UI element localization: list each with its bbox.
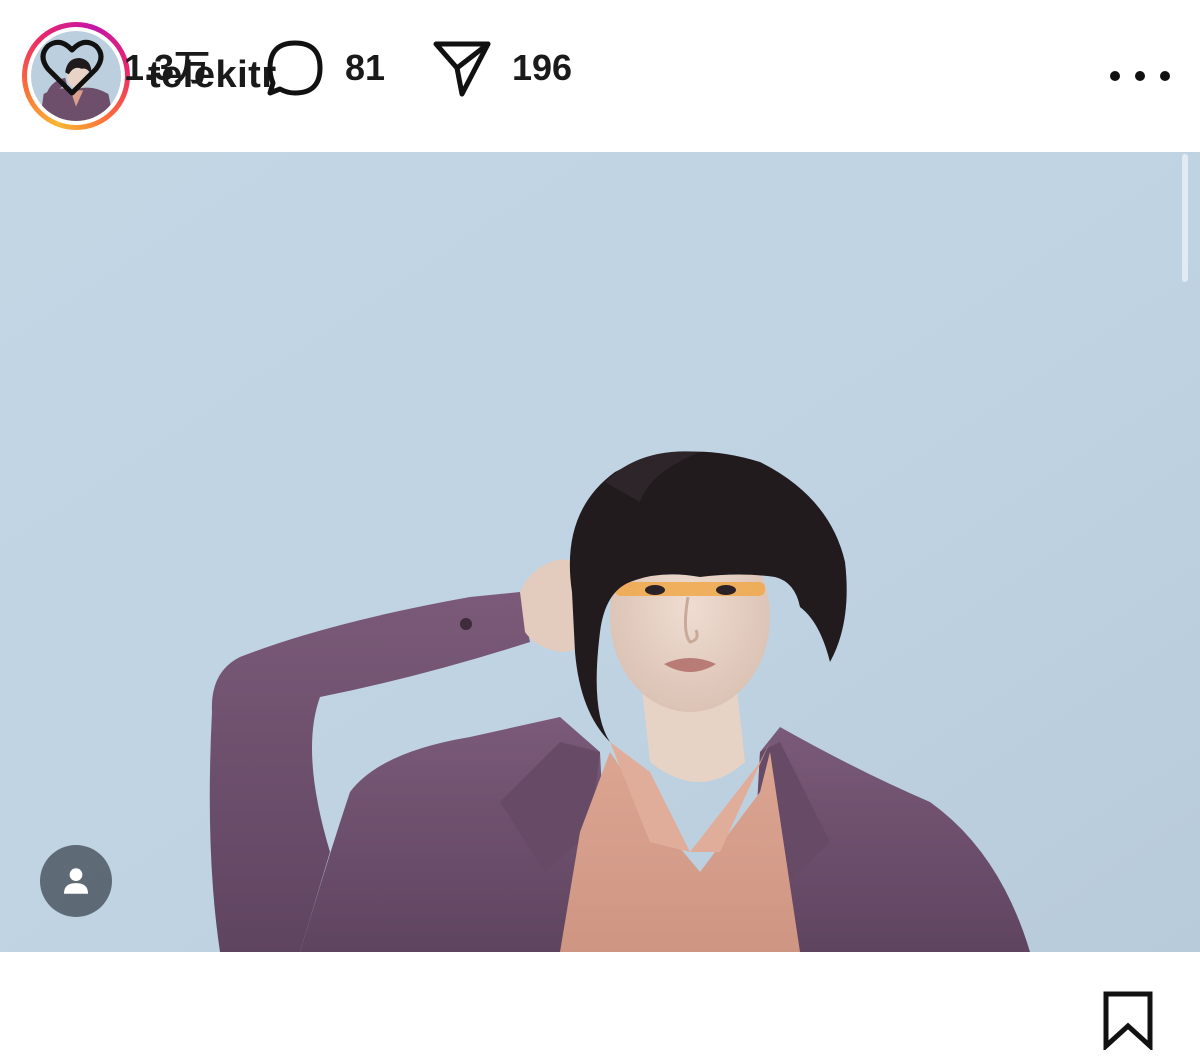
comment-bubble-icon: [267, 40, 323, 96]
bookmark-glyph: [1103, 991, 1153, 1052]
more-dot: [1110, 71, 1120, 81]
scroll-indicator: [1182, 154, 1188, 282]
more-dot: [1135, 71, 1145, 81]
more-options-icon[interactable]: [1110, 56, 1170, 96]
action-bar: [0, 952, 1200, 1062]
more-dot: [1160, 71, 1170, 81]
instagram-post: telekitr 1.3万 81 196: [0, 0, 1200, 1062]
bookmark-icon[interactable]: [1100, 990, 1156, 1055]
like-count: 1.3万: [124, 47, 211, 88]
portrait-image: [0, 152, 1200, 952]
share-button[interactable]: 196: [432, 38, 572, 98]
person-glyph: [63, 868, 89, 894]
like-button[interactable]: 1.3万: [40, 38, 210, 98]
post-photo[interactable]: [0, 152, 1200, 952]
paper-plane-icon: [433, 41, 491, 97]
share-count: 196: [512, 47, 573, 88]
person-tag-icon[interactable]: [40, 845, 112, 917]
comment-count: 81: [345, 47, 386, 88]
heart-icon: [40, 39, 104, 96]
comment-button[interactable]: 81: [265, 38, 385, 98]
